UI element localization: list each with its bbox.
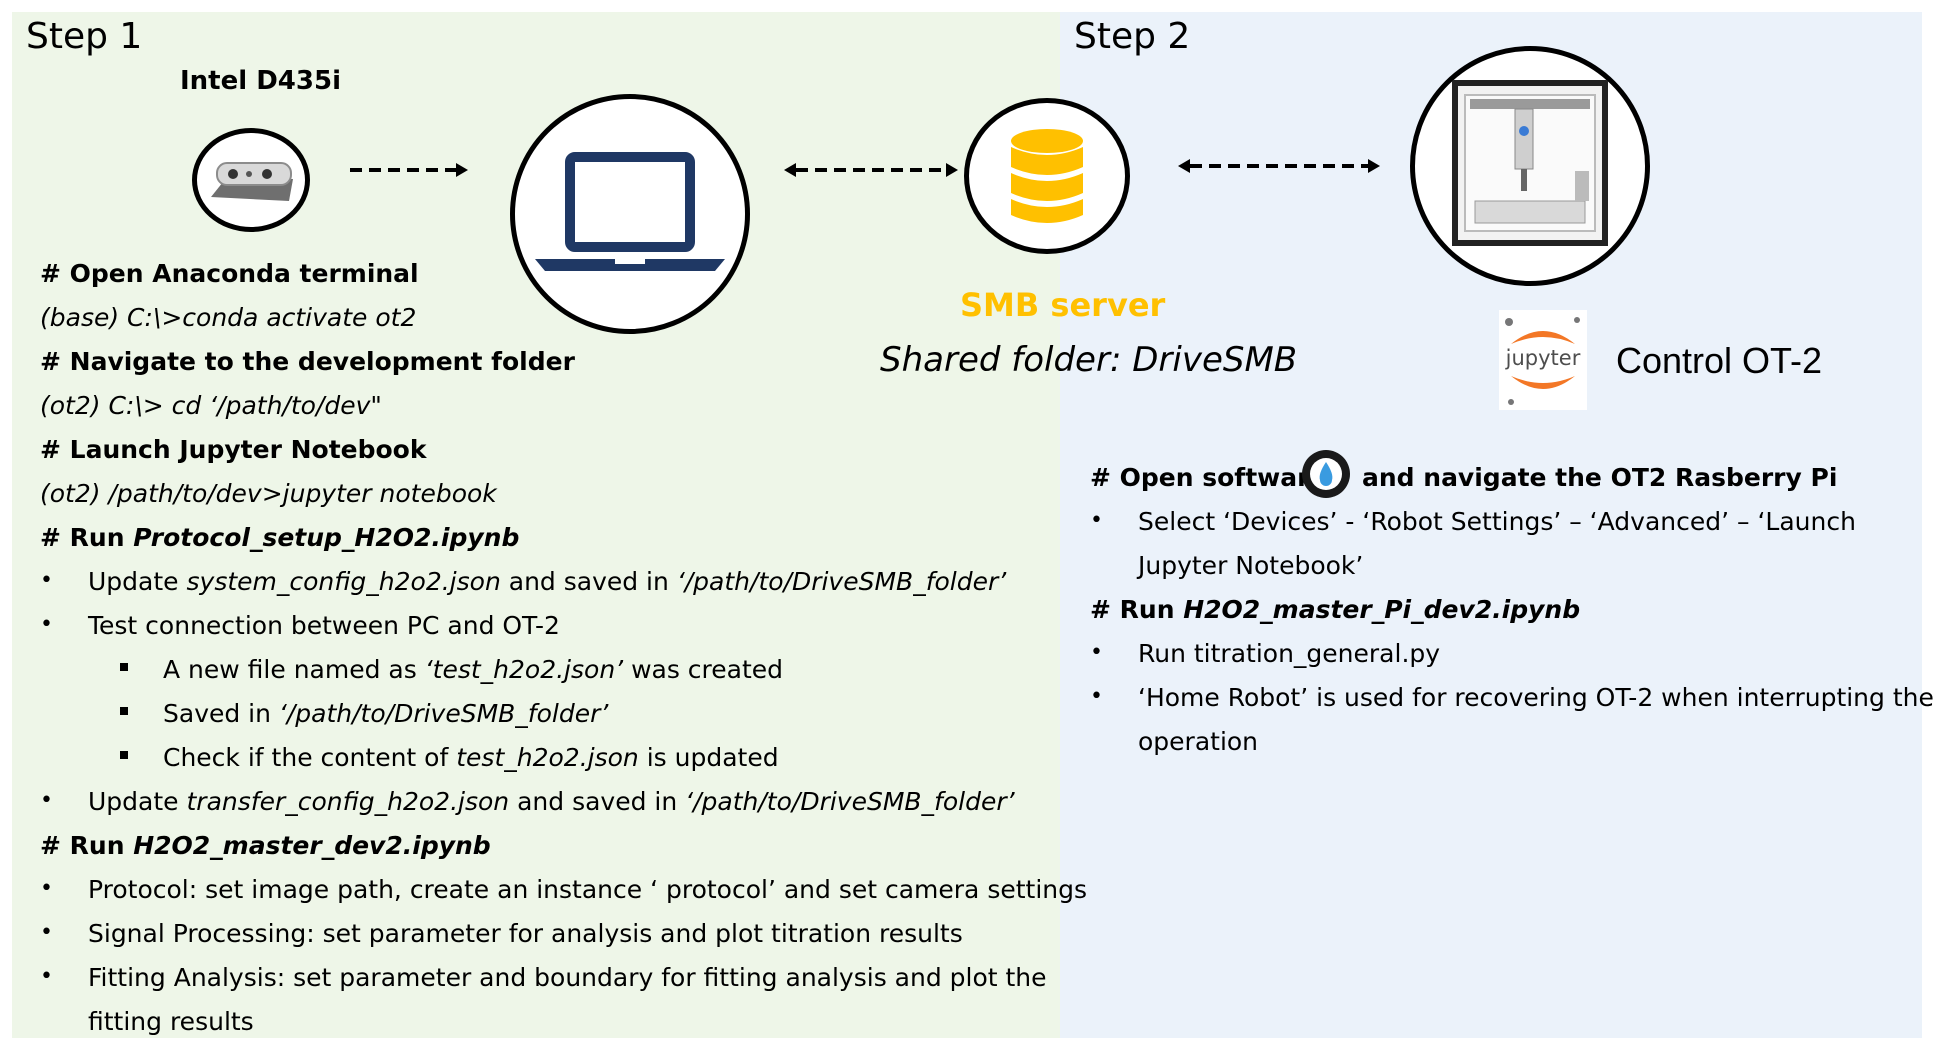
run-prefix: # Run [40,523,134,552]
smb-server-title: SMB server [960,286,1166,324]
bullet-icon: • [1090,508,1103,533]
text: and saved in [509,787,686,816]
path: ‘/path/to/DriveSMB_folder’ [685,787,1015,816]
text: is updated [638,743,779,772]
run-file: H2O2_master_dev2.ipynb [133,831,491,860]
step2-run-heading: # Run H2O2_master_Pi_dev2.ipynb [1090,588,1580,632]
robot-circle [1410,46,1650,286]
bullet-icon: • [1090,640,1103,665]
text: was created [623,655,784,684]
step1-bullet-test-connection: Test connection between PC and OT-2 [88,611,560,640]
path: ‘/path/to/DriveSMB_folder’ [676,567,1007,596]
camera-circle [192,128,310,232]
step1-title: Step 1 [26,16,143,57]
text: Update [88,567,187,596]
bullet-icon: • [40,920,53,945]
step1-bullet-fitting: Fitting Analysis: set parameter and boun… [88,963,1047,992]
step2-open-software-heading-cont: and navigate the OT2 Rasberry Pi [1362,463,1838,492]
step2-bullet-home-robot: ‘Home Robot’ is used for recovering OT-2… [1138,683,1934,712]
arrow-laptop-smb [784,163,958,177]
bullet-icon: • [1090,684,1103,709]
step2-bullet-run-titration: Run titration_general.py [1138,639,1441,668]
camera-icon [211,162,293,201]
text: Update [88,787,187,816]
step1-bullet-protocol: Protocol: set image path, create an inst… [88,875,1088,904]
step2-bullet-select-cont: Jupyter Notebook’ [1138,551,1364,580]
database-icon [1011,129,1083,223]
arrow-smb-robot [1178,159,1380,173]
run-file: Protocol_setup_H2O2.ipynb [133,523,520,552]
square-bullet-icon [120,751,128,759]
arrow-camera-to-laptop [350,163,468,177]
step2-bullet-select: Select ‘Devices’ - ‘Robot Settings’ – ‘A… [1138,507,1856,536]
square-bullet-icon [120,707,128,715]
robot-icon [1452,80,1608,246]
file-name: test_h2o2.json [456,743,639,772]
bullet-icon: • [40,568,53,593]
bullet-icon: • [40,788,53,813]
step1-line-4: (ot2) C:\> cd ‘/path/to/dev" [40,391,382,420]
step1-bullet-update-system: Update system_config_h2o2.json and saved… [88,560,1006,604]
step1-line-3: # Navigate to the development folder [40,347,575,376]
bullet-icon: • [40,964,53,989]
camera-label: Intel D435i [180,66,341,96]
laptop-icon [535,152,725,271]
shared-folder-label: Shared folder: DriveSMB [880,340,1298,380]
path: ‘/path/to/DriveSMB_folder’ [278,699,609,728]
bullet-icon: • [40,612,53,637]
control-ot2-label: Control OT-2 [1616,340,1823,381]
square-bullet-icon [120,663,128,671]
step1-sub-new-file: A new file named as ‘test_h2o2.json’ was… [163,648,783,692]
step2-open-software-heading: # Open software [1090,463,1327,492]
opentrons-app-icon [1302,450,1350,498]
step1-line-5: # Launch Jupyter Notebook [40,435,427,464]
jupyter-logo-text: jupyter [1505,346,1581,370]
bullet-icon: • [40,876,53,901]
run-master-dev2-heading: # Run H2O2_master_dev2.ipynb [40,824,491,868]
file-name: system_config_h2o2.json [186,567,501,596]
step1-line-6: (ot2) /path/to/dev>jupyter notebook [40,479,497,508]
text: Check if the content of [163,743,457,772]
step1-bullet-signal: Signal Processing: set parameter for ana… [88,919,963,948]
file-name: transfer_config_h2o2.json [186,787,510,816]
laptop-circle [510,94,750,334]
run-prefix: # Run [40,831,134,860]
run-protocol-setup-heading: # Run Protocol_setup_H2O2.ipynb [40,516,519,560]
file-name: ‘test_h2o2.json’ [424,655,624,684]
step2-bullet-home-robot-cont: operation [1138,727,1259,756]
database-circle [964,98,1130,254]
step1-bullet-fitting-cont: fitting results [88,1007,254,1036]
step2-title: Step 2 [1074,16,1191,57]
text: and saved in [500,567,677,596]
run-prefix: # Run [1090,595,1184,624]
step1-bullet-update-transfer: Update transfer_config_h2o2.json and sav… [88,780,1015,824]
text: A new file named as [163,655,425,684]
step1-line-1: # Open Anaconda terminal [40,259,419,288]
run-file: H2O2_master_Pi_dev2.ipynb [1183,595,1581,624]
text: Saved in [163,699,279,728]
jupyter-logo: jupyter [1499,310,1587,410]
step1-sub-saved: Saved in ‘/path/to/DriveSMB_folder’ [163,692,608,736]
step1-sub-check: Check if the content of test_h2o2.json i… [163,736,779,780]
step1-line-2: (base) C:\>conda activate ot2 [40,303,417,332]
